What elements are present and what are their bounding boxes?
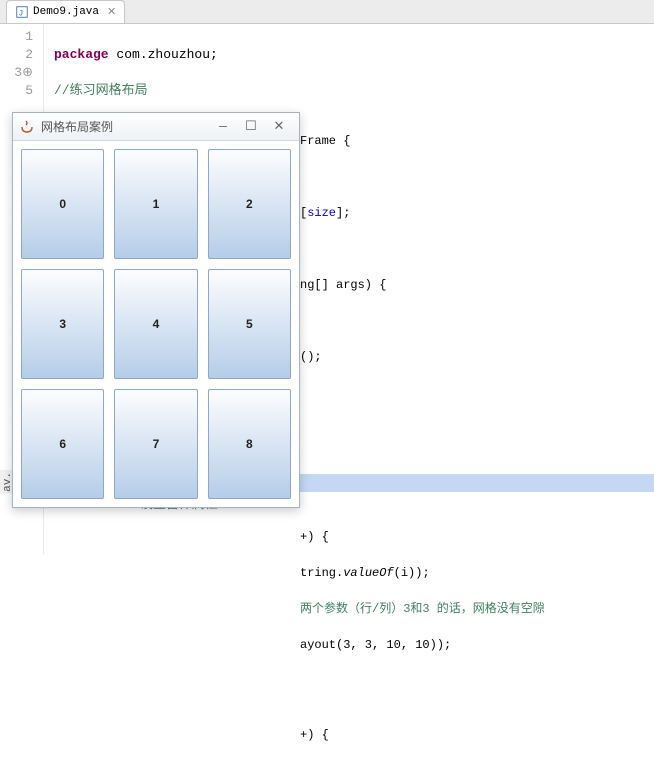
grid-button-8[interactable]: 8	[208, 389, 291, 499]
code-fragment: +) {	[300, 726, 654, 744]
line-number: 2	[4, 46, 33, 64]
line-number: 5	[4, 82, 33, 100]
grid-button-4[interactable]: 4	[114, 269, 197, 379]
code-fragment: ng[] args) {	[300, 276, 654, 294]
close-button[interactable]: ✕	[265, 119, 293, 134]
code-fragment: ();	[300, 348, 654, 366]
code-fragment: [size];	[300, 204, 654, 222]
close-icon[interactable]: ✕	[107, 5, 116, 19]
line-number: 1	[4, 28, 33, 46]
editor-tab[interactable]: J Demo9.java ✕	[6, 0, 125, 23]
grid-button-2[interactable]: 2	[208, 149, 291, 259]
grid-button-3[interactable]: 3	[21, 269, 104, 379]
window-titlebar[interactable]: 网格布局案例 — ☐ ✕	[13, 113, 299, 141]
code-fragment: Frame {	[300, 132, 654, 150]
grid-button-1[interactable]: 1	[114, 149, 197, 259]
maximize-button[interactable]: ☐	[237, 119, 265, 134]
svg-text:J: J	[19, 10, 24, 19]
grid-button-5[interactable]: 5	[208, 269, 291, 379]
tab-filename: Demo9.java	[33, 6, 99, 18]
java-icon	[19, 119, 35, 135]
code-fragment: 两个参数（行/列）3和3 的话，网格没有空隙	[300, 600, 654, 618]
grid-button-6[interactable]: 6	[21, 389, 104, 499]
code-fragment: tring.valueOf(i));	[300, 564, 654, 582]
window-title: 网格布局案例	[41, 118, 113, 135]
grid-button-0[interactable]: 0	[21, 149, 104, 259]
line-number: 3⊕	[4, 64, 33, 82]
minimize-button[interactable]: —	[209, 119, 237, 134]
button-grid: 0 1 2 3 4 5 6 7 8	[13, 141, 299, 507]
java-file-icon: J	[15, 5, 29, 19]
grid-demo-window[interactable]: 网格布局案例 — ☐ ✕ 0 1 2 3 4 5 6 7 8	[12, 112, 300, 508]
code-fragment: ayout(3, 3, 10, 10));	[300, 636, 654, 654]
tab-bar: J Demo9.java ✕	[0, 0, 654, 24]
grid-button-7[interactable]: 7	[114, 389, 197, 499]
